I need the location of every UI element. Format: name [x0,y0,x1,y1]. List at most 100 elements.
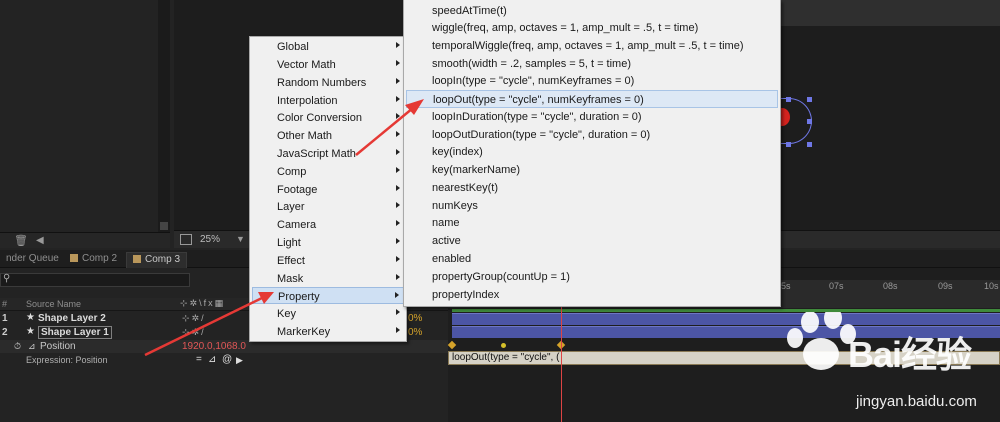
menu-item-comp[interactable]: Comp [252,163,404,180]
menu-item-markerkey[interactable]: MarkerKey [252,323,404,340]
menu-item-color-conversion[interactable]: Color Conversion [252,109,404,126]
menu-item-name[interactable]: name [406,214,778,232]
menu-item-enabled[interactable]: enabled [406,250,778,268]
arrow-left-icon[interactable]: ◀ [36,235,44,247]
menu-item-wiggle[interactable]: wiggle(freq, amp, octaves = 1, amp_mult … [406,19,778,37]
submenu-arrow-icon [396,60,400,66]
menu-item-effect[interactable]: Effect [252,252,404,269]
path-handle[interactable] [807,97,812,102]
expression-language-menu: Global Vector Math Random Numbers Interp… [249,36,407,342]
submenu-arrow-icon [396,78,400,84]
submenu-arrow-icon [396,42,400,48]
ruler-tick: 07s [829,281,844,291]
submenu-arrow-icon [396,274,400,280]
watermark-text: Bai经验 [848,334,972,375]
layer-stretch-pct: 0% [408,327,423,338]
col-number: # [2,299,8,309]
expression-text[interactable]: loopOut(type = "cycle", ( [452,352,559,363]
switches-icons: ⊹✲\fx▦ [180,298,226,308]
property-submenu: speedAtTime(t) wiggle(freq, amp, octaves… [403,0,781,307]
enable-expression-icon[interactable]: = [196,354,202,365]
menu-item-loop-out[interactable]: loopOut(type = "cycle", numKeyframes = 0… [406,90,778,108]
submenu-arrow-icon [396,220,400,226]
graph-icon[interactable]: ⊿ [28,341,36,352]
comp-swatch-icon [133,255,141,263]
menu-item-light[interactable]: Light [252,234,404,251]
ruler-tick: 08s [883,281,898,291]
path-handle[interactable] [807,119,812,124]
menu-item-active[interactable]: active [406,232,778,250]
menu-item-key[interactable]: Key [252,305,404,322]
layer-switches[interactable]: ⊹✲/ [182,313,206,324]
menu-item-temporal-wiggle[interactable]: temporalWiggle(freq, amp, octaves = 1, a… [406,37,778,55]
submenu-arrow-icon [395,292,399,298]
stopwatch-icon[interactable]: ⏱ [14,341,21,352]
submenu-arrow-icon [396,309,400,315]
shape-layer-icon: ★ [26,312,35,323]
search-icon: ⚲ [3,273,11,284]
menu-item-loop-out-duration[interactable]: loopOutDuration(type = "cycle", duration… [406,126,778,144]
layer-name[interactable]: Shape Layer 2 [38,313,106,324]
col-source-name[interactable]: Source Name [26,299,81,309]
property-name: Position [40,341,76,352]
menu-item-num-keys[interactable]: numKeys [406,197,778,215]
menu-item-loop-in-duration[interactable]: loopInDuration(type = "cycle", duration … [406,108,778,126]
chevron-down-icon[interactable]: ▼ [236,234,245,244]
timeline-search-input[interactable]: ⚲ [0,273,190,287]
scrollbar-thumb[interactable] [160,222,168,230]
path-handle[interactable] [786,142,791,147]
project-bottom-bar: 🗑 ◀ [0,232,170,248]
menu-item-speed-at-time[interactable]: speedAtTime(t) [406,2,778,20]
menu-item-property-group[interactable]: propertyGroup(countUp = 1) [406,268,778,286]
tab-comp-3[interactable]: Comp 3 [126,252,188,268]
zoom-level[interactable]: 25% [200,234,220,245]
pickwhip-icon[interactable]: @ [222,354,232,365]
watermark-url: jingyan.baidu.com [856,393,977,410]
menu-item-vector-math[interactable]: Vector Math [252,56,404,73]
menu-item-layer[interactable]: Layer [252,198,404,215]
current-time-indicator[interactable] [561,290,562,422]
graph-editor-icon[interactable]: ⊿ [208,354,216,365]
submenu-arrow-icon [396,131,400,137]
submenu-arrow-icon [396,202,400,208]
layer-switches[interactable]: ⊹✲/ [182,327,206,338]
menu-item-camera[interactable]: Camera [252,216,404,233]
property-value[interactable]: 1920.0,1068.0 [182,341,246,352]
menu-item-global[interactable]: Global [252,38,404,55]
menu-item-mask[interactable]: Mask [252,270,404,287]
menu-item-footage[interactable]: Footage [252,181,404,198]
ruler-tick: 10s [984,281,999,291]
menu-item-loop-in[interactable]: loopIn(type = "cycle", numKeyframes = 0) [406,72,778,90]
menu-item-random-numbers[interactable]: Random Numbers [252,74,404,91]
submenu-arrow-icon [396,149,400,155]
submenu-arrow-icon [396,113,400,119]
tab-comp-2[interactable]: Comp 2 [64,252,123,268]
path-handle[interactable] [807,142,812,147]
keyframe-dot[interactable] [501,343,506,348]
project-scrollbar[interactable] [158,0,170,232]
magnification-icon[interactable] [180,234,192,245]
menu-item-key-index[interactable]: key(index) [406,143,778,161]
trash-icon[interactable]: 🗑 [14,235,28,247]
ruler-tick: 09s [938,281,953,291]
expression-language-menu-icon[interactable]: ▶ [236,355,243,366]
shape-layer-icon: ★ [26,326,35,337]
menu-item-smooth[interactable]: smooth(width = .2, samples = 5, t = time… [406,55,778,73]
menu-item-property[interactable]: Property [252,287,404,304]
expression-label: Expression: Position [26,355,108,365]
tab-render-queue[interactable]: nder Queue [0,252,65,268]
layer-name[interactable]: Shape Layer 1 [38,326,112,339]
project-panel [0,0,170,232]
menu-item-interpolation[interactable]: Interpolation [252,92,404,109]
path-handle[interactable] [786,97,791,102]
submenu-arrow-icon [396,238,400,244]
submenu-arrow-icon [396,96,400,102]
menu-item-javascript-math[interactable]: JavaScript Math [252,145,404,162]
viewer-corner [778,0,1000,26]
submenu-arrow-icon [396,256,400,262]
menu-item-other-math[interactable]: Other Math [252,127,404,144]
menu-item-key-marker-name[interactable]: key(markerName) [406,161,778,179]
expression-row: Expression: Position = ⊿ @ ▶ [0,354,448,367]
menu-item-nearest-key[interactable]: nearestKey(t) [406,179,778,197]
menu-item-property-index[interactable]: propertyIndex [406,286,778,304]
